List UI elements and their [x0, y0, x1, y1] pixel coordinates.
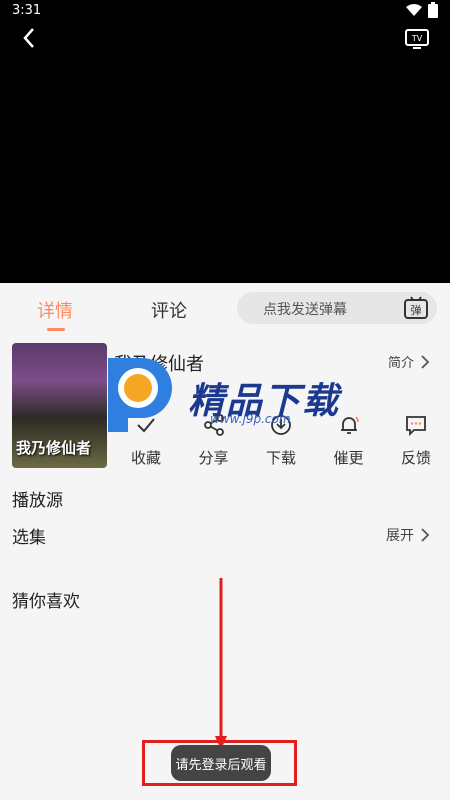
intro-link[interactable]: 简介: [388, 352, 430, 371]
watermark-logo-icon: [108, 358, 172, 432]
favorite-label: 收藏: [130, 449, 161, 467]
poster-image[interactable]: 我乃修仙者: [12, 343, 107, 468]
active-tab-indicator: [47, 328, 65, 331]
tv-cast-icon[interactable]: TV: [404, 26, 430, 50]
danmaku-icon-text: 弹: [411, 303, 422, 317]
annotation-arrow-icon: [215, 578, 227, 750]
chevron-right-icon: [421, 354, 430, 369]
status-icons: [406, 2, 438, 18]
watermark: 精品下载 www.j9p.com: [98, 352, 358, 442]
feedback-label: 反馈: [400, 449, 431, 467]
danmaku-placeholder: 点我发送弹幕: [263, 302, 347, 318]
tab-comments[interactable]: 评论: [151, 297, 187, 323]
login-required-toast: 请先登录后观看: [171, 745, 271, 781]
share-label: 分享: [198, 449, 229, 467]
status-time: 3:31: [12, 3, 42, 18]
feedback-button[interactable]: 反馈: [392, 413, 440, 468]
tab-details[interactable]: 详情: [37, 297, 73, 323]
expand-episodes-link[interactable]: 展开: [386, 525, 430, 545]
download-label: 下载: [265, 449, 296, 467]
back-arrow-icon[interactable]: [18, 26, 42, 50]
battery-icon: [428, 2, 438, 18]
danmaku-input[interactable]: 点我发送弹幕 弹: [237, 292, 437, 324]
update-reminder-label: 催更: [333, 449, 364, 467]
video-player[interactable]: [0, 0, 450, 283]
recommend-section-title: 猜你喜欢: [12, 592, 80, 612]
episodes-section-title: 选集: [12, 528, 46, 548]
source-section-title: 播放源: [12, 491, 63, 511]
feedback-icon: [406, 416, 426, 437]
poster-title-art: 我乃修仙者: [16, 439, 92, 457]
svg-text:TV: TV: [411, 34, 423, 43]
wifi-icon: [406, 4, 422, 16]
watermark-url: www.j9p.com: [210, 412, 291, 426]
danmaku-toggle-icon[interactable]: 弹: [403, 295, 429, 321]
chevron-right-icon: [421, 528, 430, 542]
expand-label: 展开: [386, 528, 414, 544]
intro-label: 简介: [387, 356, 414, 371]
